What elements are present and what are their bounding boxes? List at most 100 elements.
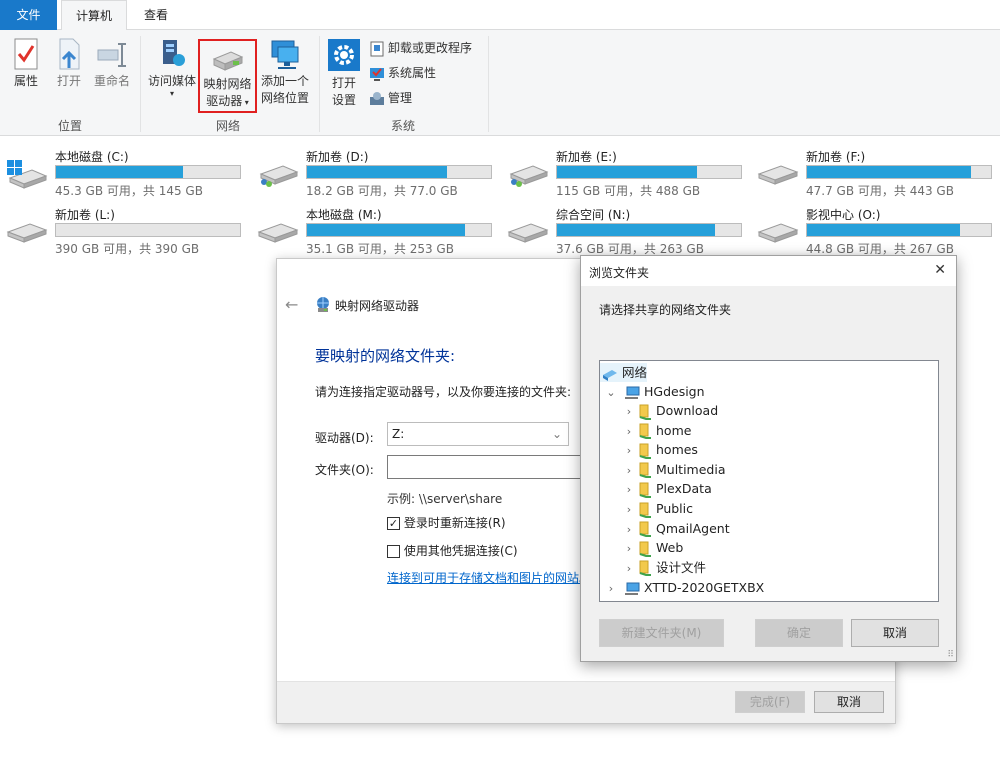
tree-node-folder[interactable]: › home [622, 421, 691, 440]
tree-node-folder-label: Multimedia [656, 461, 726, 477]
close-icon[interactable]: ✕ [934, 262, 946, 278]
dropdown-arrow-icon: ▾ [169, 89, 174, 98]
uninstall-label: 卸载或更改程序 [388, 41, 473, 55]
add-location-line1: 添加一个 [260, 74, 309, 88]
computer-icon [624, 386, 640, 399]
map-dialog-heading: 要映射的网络文件夹: [315, 347, 456, 365]
chevron-right-icon[interactable]: › [622, 559, 636, 578]
drive-usage-bar [55, 165, 241, 179]
drive-free-space: 35.1 GB 可用，共 253 GB [306, 242, 454, 256]
map-cancel-button[interactable]: 取消 [814, 691, 884, 713]
browse-cancel-button[interactable]: 取消 [851, 619, 939, 647]
finish-button[interactable]: 完成(F) [735, 691, 805, 713]
tree-node-folder[interactable]: › Download [622, 401, 718, 420]
folder-input[interactable] [387, 455, 587, 479]
properties-button[interactable]: 属性 [6, 38, 46, 90]
tree-node-host-label: HGdesign [643, 384, 705, 399]
system-properties-label: 系统属性 [388, 66, 437, 80]
rename-button[interactable]: 重命名 [90, 38, 134, 90]
new-folder-button[interactable]: 新建文件夹(M) [599, 619, 724, 647]
open-settings-button[interactable]: 打开 设置 [325, 38, 363, 109]
chevron-right-icon[interactable]: › [622, 402, 636, 421]
tree-node-folder[interactable]: › PlexData [622, 479, 712, 498]
group-system-label: 系统 [390, 119, 415, 133]
uninstall-program-button[interactable]: 卸载或更改程序 [369, 38, 472, 58]
drive-usage-fill [557, 224, 716, 236]
map-network-drive-button[interactable]: 映射网络 驱动器 ▾ [198, 39, 257, 113]
drive-item[interactable]: 影视中心 (O:) 44.8 GB 可用，共 267 GB [751, 206, 992, 258]
chevron-right-icon[interactable]: › [622, 500, 636, 519]
drive-name: 新加卷 (D:) [306, 150, 369, 164]
tree-node-folder[interactable]: › Web [622, 538, 683, 557]
manage-label: 管理 [388, 91, 413, 105]
tree-node-folder[interactable]: › Multimedia [622, 460, 726, 479]
drive-letter-select[interactable]: Z: ⌄ [387, 422, 569, 446]
network-drive-icon [212, 51, 243, 71]
shared-folder-icon [639, 404, 651, 420]
other-credentials-checkbox[interactable]: 使用其他凭据连接(C) [387, 542, 518, 559]
tree-node-folder-label: Download [656, 403, 719, 418]
tree-node-host[interactable]: ⌄ HGdesign [604, 382, 705, 402]
open-button[interactable]: 打开 [50, 38, 88, 90]
resize-grip-icon[interactable]: ⠿ [947, 650, 954, 660]
group-separator [319, 36, 320, 132]
drive-name: 本地磁盘 (M:) [306, 208, 382, 222]
drive-item[interactable]: 新加卷 (L:) 390 GB 可用，共 390 GB [0, 206, 241, 258]
chevron-right-icon[interactable]: › [604, 579, 618, 598]
chevron-down-icon[interactable]: ⌄ [604, 383, 618, 402]
drive-item[interactable]: 新加卷 (F:) 47.7 GB 可用，共 443 GB [751, 148, 992, 200]
chevron-right-icon[interactable]: › [622, 422, 636, 441]
drive-name: 新加卷 (L:) [55, 208, 115, 222]
tab-computer[interactable]: 计算机 [61, 0, 127, 31]
tree-node-folder[interactable]: › 设计文件 [622, 558, 706, 577]
shared-folder-icon [639, 502, 651, 518]
drive-usage-bar [806, 165, 992, 179]
manage-button[interactable]: 管理 [369, 88, 412, 108]
tree-node-network[interactable]: 网络 [600, 363, 648, 382]
drive-free-space: 47.7 GB 可用，共 443 GB [806, 184, 954, 198]
drive-item[interactable]: 本地磁盘 (M:) 35.1 GB 可用，共 253 GB [251, 206, 492, 258]
tree-node-folder[interactable]: › QmailAgent [622, 519, 730, 538]
drive-free-space: 18.2 GB 可用，共 77.0 GB [306, 184, 458, 198]
checkbox-checked-icon: ✓ [387, 517, 400, 530]
tab-view[interactable]: 查看 [132, 0, 180, 30]
tab-file[interactable]: 文件 [0, 0, 57, 30]
shared-folder-icon [639, 443, 651, 459]
tree-node-folder[interactable]: › Public [622, 499, 693, 518]
map-dialog-instruction: 请为连接指定驱动器号，以及你要连接的文件夹: [315, 385, 572, 399]
manage-icon [370, 91, 384, 105]
folder-tree[interactable]: 网络 ⌄ HGdesign › Download › home › homes › Multi… [599, 360, 939, 602]
tree-node-other-host[interactable]: › XTTD-2020GETXBX [604, 578, 764, 597]
properties-label: 属性 [13, 74, 38, 88]
group-separator [488, 36, 489, 132]
drive-letter-value: Z: [392, 427, 405, 441]
ok-button[interactable]: 确定 [755, 619, 843, 647]
chevron-right-icon[interactable]: › [622, 539, 636, 558]
add-network-location-button[interactable]: 添加一个 网络位置 [258, 38, 312, 107]
add-location-line2: 网络位置 [260, 91, 309, 105]
drive-item[interactable]: 综合空间 (N:) 37.6 GB 可用，共 263 GB [501, 206, 742, 258]
drive-item[interactable]: 新加卷 (D:) 18.2 GB 可用，共 77.0 GB [251, 148, 492, 200]
chevron-right-icon[interactable]: › [622, 441, 636, 460]
uninstall-icon [370, 41, 384, 56]
chevron-right-icon[interactable]: › [622, 520, 636, 539]
shared-drive-icon [507, 160, 549, 193]
drive-name: 综合空间 (N:) [556, 208, 631, 222]
drive-usage-fill [307, 224, 466, 236]
back-arrow-icon[interactable]: ← [285, 295, 298, 314]
tree-node-folder-label: Public [656, 501, 693, 516]
reconnect-checkbox[interactable]: ✓ 登录时重新连接(R) [387, 514, 506, 531]
system-properties-button[interactable]: 系统属性 [369, 63, 436, 83]
drive-item[interactable]: 本地磁盘 (C:) 45.3 GB 可用，共 145 GB [0, 148, 241, 200]
tree-node-folder-label: home [656, 422, 692, 438]
storage-website-link[interactable]: 连接到可用于存储文档和图片的网站。 [387, 569, 591, 586]
drive-usage-bar [556, 223, 742, 237]
drive-item[interactable]: 新加卷 (E:) 115 GB 可用，共 488 GB [501, 148, 742, 200]
tree-node-folder[interactable]: › homes [622, 440, 698, 459]
drive-usage-bar [306, 223, 492, 237]
group-location-label: 位置 [57, 119, 82, 133]
tree-node-folder-label: homes [656, 442, 698, 458]
access-media-button[interactable]: 访问媒体 ▾ [145, 36, 199, 98]
chevron-right-icon[interactable]: › [622, 480, 636, 499]
chevron-right-icon[interactable]: › [622, 461, 636, 480]
